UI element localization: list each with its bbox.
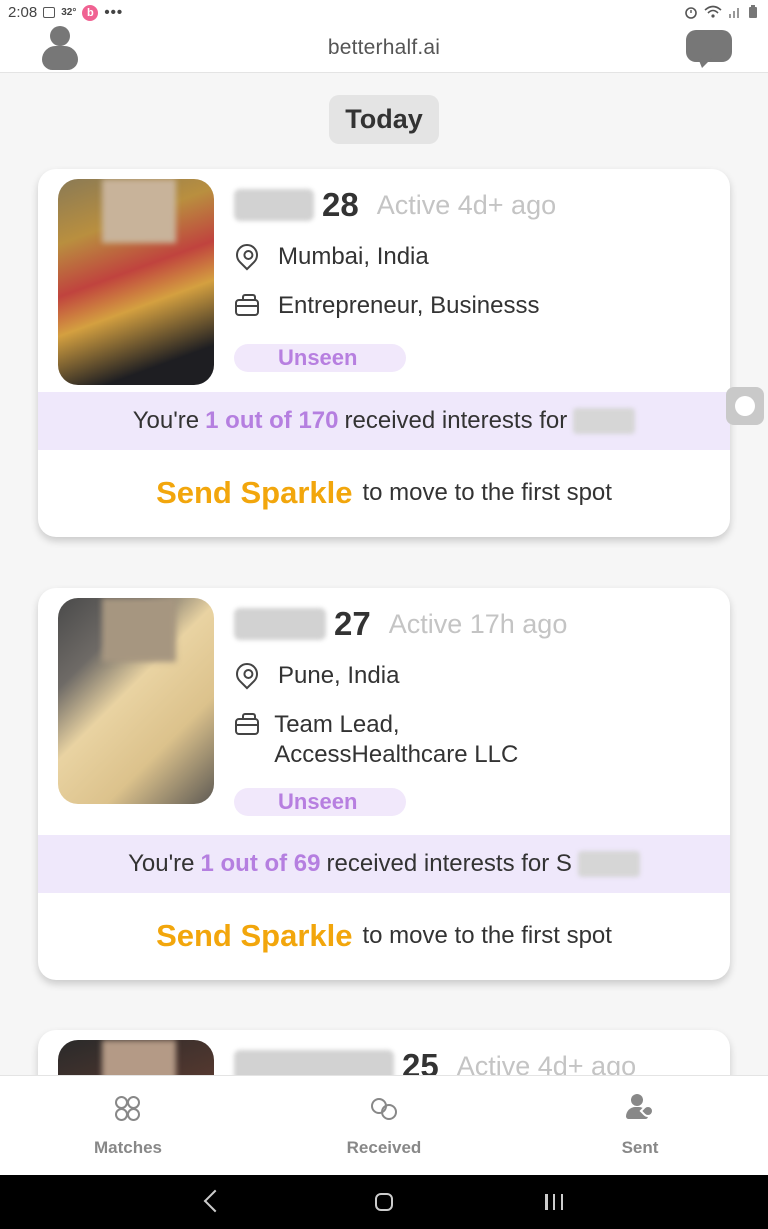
sparkle-row: Send Sparkle to move to the first spot	[38, 449, 730, 537]
rank-value: 1 out of 170	[205, 407, 339, 434]
location-pin-icon	[231, 239, 263, 271]
nav-received[interactable]: Received	[304, 1094, 464, 1158]
gallery-icon	[43, 7, 56, 18]
blurred-name	[234, 1050, 394, 1075]
profile-age: 25	[402, 1047, 439, 1075]
recent-apps-icon[interactable]	[545, 1194, 563, 1210]
app-brand-title: betterhalf.ai	[327, 36, 441, 59]
app-notification-icon: b	[82, 4, 99, 21]
wifi-icon	[704, 5, 722, 18]
briefcase-icon	[234, 291, 260, 319]
profile-age: 27	[334, 605, 371, 642]
unseen-badge: Unseen	[234, 344, 406, 372]
system-navigation-bar	[0, 1175, 768, 1229]
location-pin-icon	[231, 658, 263, 690]
unseen-badge: Unseen	[234, 788, 406, 816]
rank-suffix: received interests for S	[326, 850, 572, 877]
battery-icon	[749, 5, 757, 18]
blurred-name	[234, 189, 314, 221]
location-row: Pune, India	[231, 658, 400, 691]
send-sparkle-button[interactable]: Send Sparkle	[156, 475, 352, 511]
location-text: Mumbai, India	[278, 243, 429, 270]
briefcase-icon	[234, 710, 259, 738]
nav-matches[interactable]: Matches	[48, 1094, 208, 1158]
location-row: Mumbai, India	[231, 239, 429, 272]
sparkle-hint: to move to the first spot	[362, 479, 612, 506]
profile-photo[interactable]	[58, 598, 214, 804]
profession-text: Team Lead, AccessHealthcare LLC	[274, 711, 519, 768]
matches-icon	[113, 1094, 143, 1124]
floating-assist-button[interactable]	[726, 387, 764, 425]
day-header: Today	[329, 95, 439, 144]
interests-feed[interactable]: Today 28 Active 4d+ ago Mumbai, India En…	[0, 74, 768, 1075]
location-text: Pune, India	[278, 662, 400, 689]
rank-prefix: You're	[132, 407, 200, 434]
blurred-name	[234, 608, 326, 640]
interest-card[interactable]: 25 Active 4d+ ago	[38, 1030, 730, 1075]
name-row: 25 Active 4d+ ago	[234, 1046, 636, 1075]
profession-text: Entrepreneur, Businesss	[278, 292, 540, 319]
rank-suffix: received interests for	[344, 407, 568, 434]
rank-banner: You're 1 out of 170 received interests f…	[38, 392, 730, 450]
chat-button[interactable]	[686, 28, 732, 68]
profession-row: Entrepreneur, Businesss	[234, 291, 539, 321]
sparkle-hint: to move to the first spot	[362, 922, 612, 949]
status-bar: 2:08 32° b •••	[0, 0, 768, 26]
name-row: 27 Active 17h ago	[234, 604, 567, 644]
sent-icon	[625, 1094, 657, 1124]
send-sparkle-button[interactable]: Send Sparkle	[156, 918, 352, 954]
alarm-icon	[685, 7, 697, 19]
interest-card[interactable]: 28 Active 4d+ ago Mumbai, India Entrepre…	[38, 169, 730, 537]
more-notifications-icon: •••	[104, 4, 124, 21]
nav-sent-label: Sent	[621, 1138, 659, 1157]
app-bar: betterhalf.ai	[0, 26, 768, 73]
back-icon[interactable]	[203, 1189, 227, 1213]
received-icon	[369, 1094, 399, 1124]
last-active: Active 4d+ ago	[376, 189, 557, 220]
status-temperature: 32°	[61, 7, 77, 18]
bottom-navigation: Matches Received Sent	[0, 1075, 768, 1175]
interest-card[interactable]: 27 Active 17h ago Pune, India Team Lead,…	[38, 588, 730, 980]
profile-photo[interactable]	[58, 1040, 214, 1075]
profile-age: 28	[322, 186, 359, 223]
sparkle-row: Send Sparkle to move to the first spot	[38, 892, 730, 980]
rank-prefix: You're	[128, 850, 195, 877]
blurred-name	[573, 408, 636, 434]
signal-icon	[729, 8, 739, 18]
status-time: 2:08	[8, 4, 38, 21]
home-icon[interactable]	[375, 1193, 393, 1211]
profile-photo[interactable]	[58, 179, 214, 385]
last-active: Active 4d+ ago	[456, 1050, 637, 1076]
name-row: 28 Active 4d+ ago	[234, 185, 556, 225]
blurred-name	[577, 851, 640, 877]
rank-value: 1 out of 69	[200, 850, 321, 877]
last-active: Active 17h ago	[388, 608, 568, 639]
nav-matches-label: Matches	[93, 1138, 163, 1157]
nav-received-label: Received	[346, 1138, 422, 1157]
nav-sent[interactable]: Sent	[560, 1094, 720, 1158]
profession-row: Team Lead, AccessHealthcare LLC	[234, 710, 594, 770]
rank-banner: You're 1 out of 69 received interests fo…	[38, 835, 730, 893]
